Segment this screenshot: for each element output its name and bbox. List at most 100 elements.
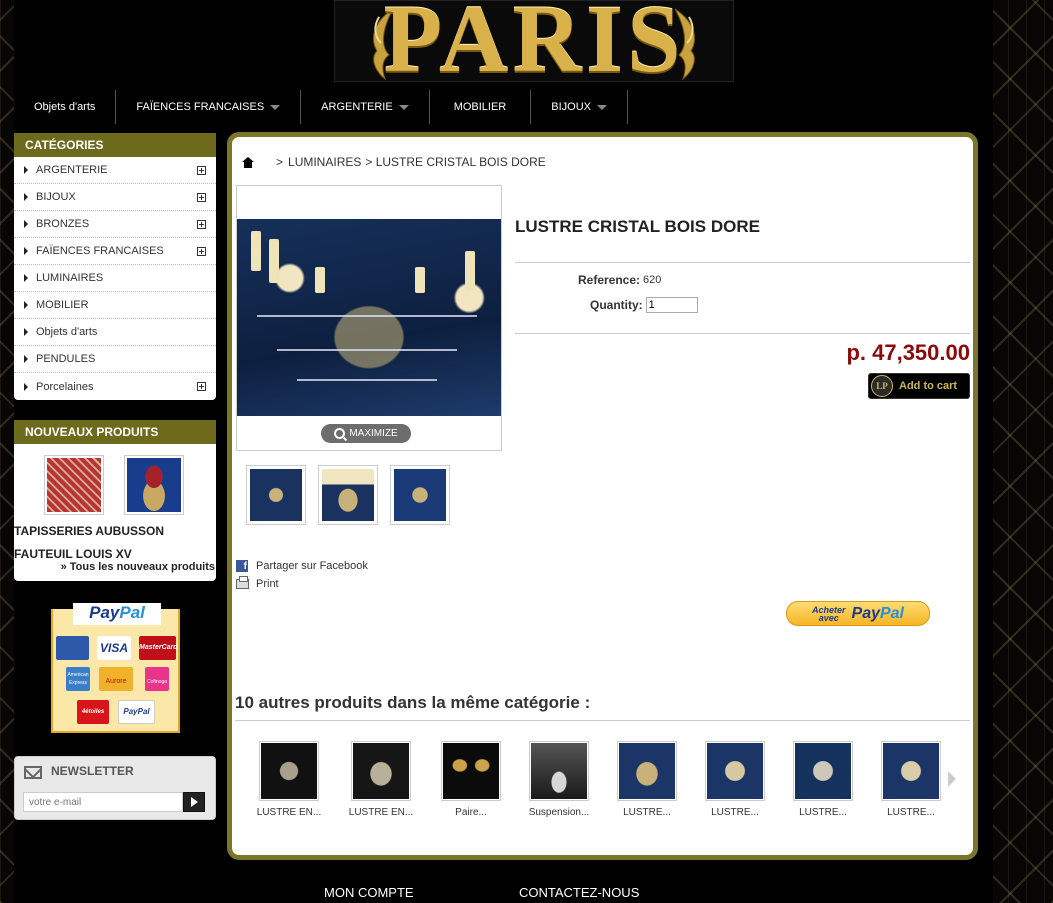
share-facebook-link[interactable]: f Partager sur Facebook [236, 557, 368, 575]
new-products-thumbnails [14, 444, 216, 519]
armchair-image[interactable] [124, 455, 184, 515]
left-column: CATÉGORIES ARGENTERIE BIJOUX BRONZES FAÏ… [14, 133, 216, 820]
bullet-arrow-icon [24, 328, 28, 336]
product-thumbnail[interactable] [318, 465, 378, 525]
paypal-checkout-button[interactable]: Acheter avec PayPal [786, 601, 930, 626]
category-item-argenterie[interactable]: ARGENTERIE [14, 157, 216, 184]
site-logo[interactable]: PARIS [334, 0, 734, 82]
product-title: LUSTRE CRISTAL BOIS DORE [515, 217, 760, 236]
category-item-pendules[interactable]: PENDULES [14, 346, 216, 373]
divider [515, 262, 970, 263]
carousel-next-arrow-icon[interactable] [948, 771, 956, 787]
paypal-logo-part: Pay [89, 603, 120, 622]
all-new-products-link[interactable]: » Tous les nouveaux produits [14, 561, 216, 581]
newsletter-submit-button[interactable] [183, 792, 205, 812]
bullet-arrow-icon [24, 382, 28, 391]
candle-shape [315, 267, 325, 293]
footer-contact-link[interactable]: CONTACTEZ-NOUS [519, 885, 639, 900]
print-link[interactable]: Print [236, 575, 368, 593]
carousel-item[interactable]: LUSTRE... [779, 741, 867, 818]
nav-item-objets-darts[interactable]: Objets d'arts [14, 90, 117, 124]
category-item-luminaires[interactable]: LUMINAIRES [14, 265, 216, 292]
breadcrumb-separator: > [276, 155, 284, 169]
gold-leaf-right-icon [674, 8, 695, 81]
product-main-content: > LUMINAIRES > LUSTRE CRISTAL BOIS DORE … [227, 132, 978, 860]
add-to-cart-label: Add to cart [899, 380, 958, 392]
dropdown-arrow-icon [398, 104, 409, 110]
share-links: f Partager sur Facebook Print [236, 557, 368, 593]
nav-item-label: FAÏENCES FRANCAISES [136, 101, 265, 113]
maximize-button[interactable]: MAXIMIZE [321, 424, 411, 443]
new-products-block: NOUVEAUX PRODUITS TAPISSERIES AUBUSSON F… [14, 420, 216, 581]
footer-account-link[interactable]: MON COMPTE [324, 885, 414, 900]
paypal-logo: PayPal [73, 603, 161, 625]
carousel-item[interactable]: LUSTRE... [867, 741, 955, 818]
carousel-item-label: LUSTRE EN... [256, 807, 322, 818]
visa-card-icon: VISA [97, 636, 131, 660]
carousel-item-label: LUSTRE... [623, 807, 671, 818]
bullet-arrow-icon [24, 247, 28, 255]
quantity-input[interactable] [645, 297, 698, 313]
add-to-cart-button[interactable]: LP Add to cart [868, 373, 970, 399]
crystal-strand [257, 315, 477, 317]
category-item-bijoux[interactable]: BIJOUX [14, 184, 216, 211]
home-icon[interactable] [242, 156, 254, 168]
candle-shape [269, 239, 279, 283]
top-navigation: Objets d'arts FAÏENCES FRANCAISES ARGENT… [14, 90, 628, 124]
aurore-card-icon: Aurore [99, 667, 133, 691]
dropdown-arrow-icon [597, 104, 607, 110]
expand-plus-icon[interactable] [197, 382, 206, 391]
category-item-faiences[interactable]: FAÏENCES FRANCAISES [14, 238, 216, 265]
payment-logos: PayPal VISA MasterCard American Express … [51, 603, 180, 733]
newsletter-title: NEWSLETTER [51, 764, 134, 778]
mastercard-icon: MasterCard [139, 636, 178, 660]
nav-item-mobilier[interactable]: MOBILIER [430, 90, 532, 124]
product-thumbnail[interactable] [390, 465, 450, 525]
category-item-porcelaines[interactable]: Porcelaines [14, 373, 216, 400]
carousel-item-label: LUSTRE... [711, 807, 759, 818]
expand-plus-icon[interactable] [197, 246, 206, 256]
reference-row: Reference: 620 [578, 273, 661, 287]
category-list: ARGENTERIE BIJOUX BRONZES FAÏENCES FRANC… [14, 157, 216, 400]
new-product-link-tapisseries[interactable]: TAPISSERIES AUBUSSON [14, 519, 216, 543]
tapestry-image[interactable] [44, 455, 104, 515]
product-price: p. 47,350.00 [846, 340, 970, 365]
other-products-title: 10 autres produits dans la même catégori… [235, 693, 591, 712]
product-main-image[interactable] [237, 219, 501, 416]
carousel-item-label: Suspension... [528, 807, 590, 818]
new-product-link-fauteuil[interactable]: FAUTEUIL LOUIS XV [14, 543, 216, 561]
expand-plus-icon[interactable] [197, 192, 206, 202]
reference-value: 620 [643, 274, 662, 286]
nav-item-label: BIJOUX [551, 101, 591, 113]
newsletter-block: NEWSLETTER [14, 756, 216, 820]
paypal-logo-part: Pay [851, 604, 880, 622]
nav-item-bijoux[interactable]: BIJOUX [531, 90, 628, 124]
new-products-title: NOUVEAUX PRODUITS [14, 420, 216, 444]
carousel-item[interactable]: Suspension... [515, 741, 603, 818]
zoom-plus-icon [334, 428, 346, 439]
category-item-objets-darts[interactable]: Objets d'arts [14, 319, 216, 346]
category-item-mobilier[interactable]: MOBILIER [14, 292, 216, 319]
categories-block: CATÉGORIES ARGENTERIE BIJOUX BRONZES FAÏ… [14, 133, 216, 400]
category-item-bronzes[interactable]: BRONZES [14, 211, 216, 238]
breadcrumb-category-link[interactable]: LUMINAIRES [288, 155, 361, 169]
nav-item-argenterie[interactable]: ARGENTERIE [301, 90, 430, 124]
newsletter-email-input[interactable] [23, 792, 183, 812]
carousel-item[interactable]: LUSTRE EN... [335, 741, 427, 818]
carousel-item-image [351, 741, 411, 801]
bullet-arrow-icon [24, 301, 28, 309]
nav-item-label: MOBILIER [453, 101, 507, 113]
nav-item-faiences[interactable]: FAÏENCES FRANCAISES [116, 90, 302, 124]
carousel-item[interactable]: Paire... [427, 741, 515, 818]
expand-plus-icon[interactable] [197, 219, 206, 229]
bullet-arrow-icon [24, 193, 28, 201]
quantity-label: Quantity: [590, 298, 643, 312]
breadcrumb-current: > LUSTRE CRISTAL BOIS DORE [365, 155, 546, 169]
carousel-item[interactable]: LUSTRE... [691, 741, 779, 818]
category-label: ARGENTERIE [36, 164, 108, 176]
category-label: Objets d'arts [36, 326, 98, 338]
carousel-item[interactable]: LUSTRE... [603, 741, 691, 818]
product-thumbnail[interactable] [246, 465, 306, 525]
expand-plus-icon[interactable] [197, 165, 206, 175]
carousel-item[interactable]: LUSTRE EN... [243, 741, 335, 818]
